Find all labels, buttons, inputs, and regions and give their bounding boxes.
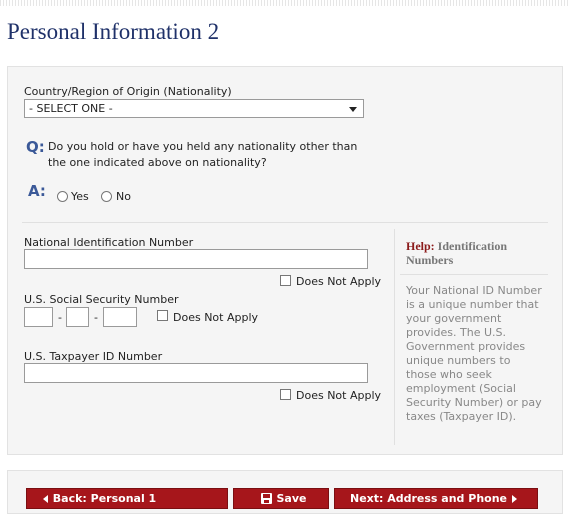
- no-label[interactable]: No: [116, 190, 131, 203]
- national-id-label: National Identification Number: [24, 236, 194, 249]
- ssn-does-not-apply-checkbox[interactable]: [157, 310, 168, 321]
- ssn-part-2-input[interactable]: [66, 307, 89, 327]
- ssn-part-1-input[interactable]: [24, 307, 53, 327]
- back-button-label: Back: Personal 1: [52, 492, 157, 505]
- taxpayer-id-input[interactable]: [24, 363, 368, 383]
- save-disk-icon: [260, 493, 272, 504]
- back-button[interactable]: Back: Personal 1: [26, 488, 228, 509]
- footer-bar: Back: Personal 1 Save Next: Address and …: [7, 470, 563, 514]
- ssn-does-not-apply-label[interactable]: Does Not Apply: [173, 311, 258, 324]
- save-button-label: Save: [276, 492, 307, 505]
- nationality-select[interactable]: - SELECT ONE -: [24, 99, 364, 118]
- form-panel: Country/Region of Origin (Nationality) -…: [7, 66, 563, 455]
- top-border: [0, 0, 568, 6]
- ssn-separator: -: [94, 311, 98, 324]
- ssn-part-3-input[interactable]: [103, 307, 137, 327]
- question-marker: Q:: [26, 138, 45, 156]
- next-button-label: Next: Address and Phone: [349, 492, 508, 505]
- answer-marker: A:: [28, 182, 46, 200]
- next-button[interactable]: Next: Address and Phone: [334, 488, 538, 509]
- help-body: Your National ID Number is a unique numb…: [406, 284, 542, 423]
- section-divider: [22, 222, 548, 223]
- ssn-separator: -: [58, 311, 62, 324]
- help-rule: [400, 274, 548, 275]
- national-id-does-not-apply-label[interactable]: Does Not Apply: [296, 275, 381, 288]
- yes-label[interactable]: Yes: [71, 190, 89, 203]
- help-title: Help: Identification Numbers: [406, 239, 546, 267]
- page-title: Personal Information 2: [7, 19, 220, 44]
- help-lead: Help:: [406, 239, 435, 253]
- no-radio[interactable]: [101, 191, 112, 202]
- nationality-selected-value: - SELECT ONE -: [29, 102, 113, 115]
- chevron-down-icon: [349, 107, 357, 112]
- national-id-does-not-apply-checkbox[interactable]: [280, 275, 291, 286]
- nationality-label: Country/Region of Origin (Nationality): [24, 85, 232, 98]
- ssn-label: U.S. Social Security Number: [24, 293, 179, 306]
- national-id-input[interactable]: [24, 249, 368, 269]
- help-divider: [394, 229, 395, 445]
- arrow-right-icon: [512, 494, 518, 503]
- taxpayer-id-does-not-apply-label[interactable]: Does Not Apply: [296, 389, 381, 402]
- save-button[interactable]: Save: [233, 488, 329, 509]
- arrow-left-icon: [42, 494, 48, 503]
- yes-radio[interactable]: [57, 191, 68, 202]
- taxpayer-id-does-not-apply-checkbox[interactable]: [280, 389, 291, 400]
- question-text: Do you hold or have you held any nationa…: [48, 140, 358, 169]
- taxpayer-id-label: U.S. Taxpayer ID Number: [24, 350, 163, 363]
